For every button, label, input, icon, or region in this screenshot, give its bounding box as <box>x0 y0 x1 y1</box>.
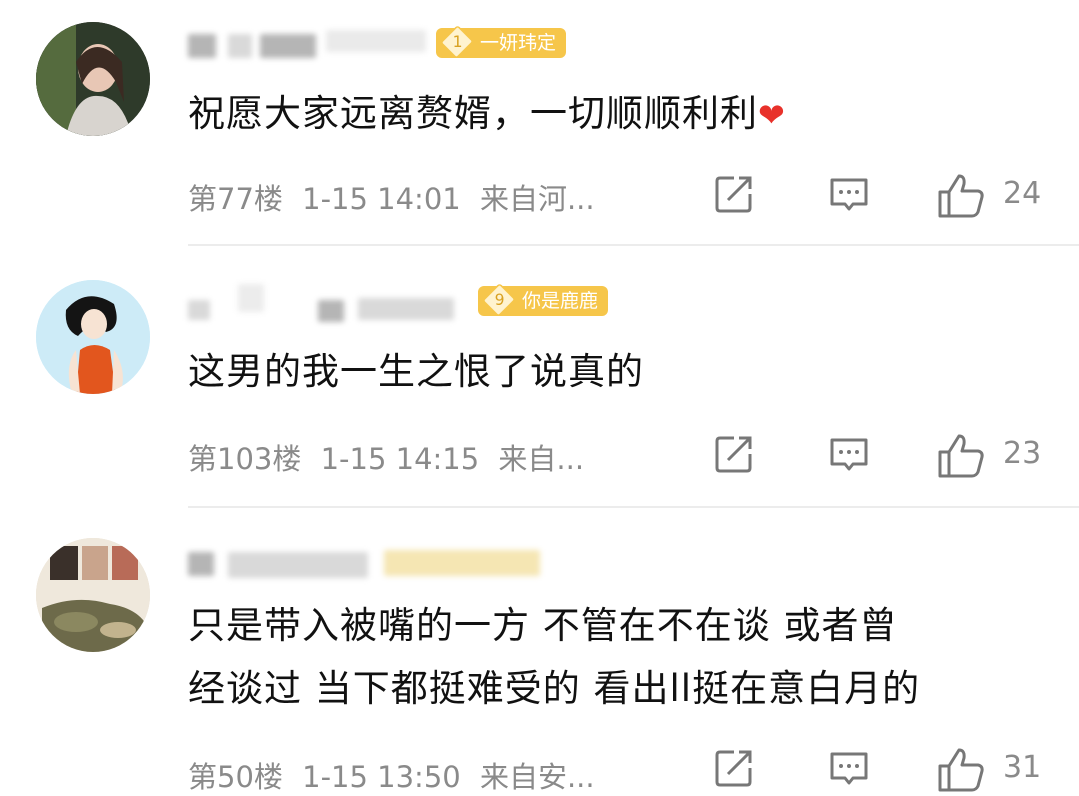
timestamp: 1-15 13:50 <box>302 760 461 794</box>
comment-text: 这男的我一生之恨了说真的 <box>188 350 644 393</box>
username[interactable] <box>188 22 448 62</box>
username[interactable] <box>188 280 468 322</box>
fan-badge[interactable]: 9 你是鹿鹿 <box>478 282 609 318</box>
comment-actions: 31 <box>700 746 1060 796</box>
avatar-image <box>36 22 150 136</box>
comment-item: 1 一妍玮定 祝愿大家远离赘婿，一切顺顺利利❤ 第77楼 1-15 14:01 … <box>0 0 1079 245</box>
badge-label: 你是鹿鹿 <box>522 290 599 312</box>
comment-button[interactable] <box>826 746 872 796</box>
heart-icon: ❤ <box>758 96 786 134</box>
comment-button[interactable] <box>826 172 872 222</box>
comment-actions: 24 <box>700 172 1060 222</box>
floor-number: 第50楼 <box>188 760 283 794</box>
share-button[interactable] <box>712 172 756 222</box>
divider <box>188 244 1079 246</box>
like-icon <box>938 748 984 792</box>
location: 来自河... <box>479 182 595 216</box>
comment-text: 只是带入被嘴的一方 不管在不在谈 或者曾 经谈过 当下都挺难受的 看出ll挺在意… <box>188 604 921 710</box>
comment-icon <box>830 178 868 211</box>
timestamp: 1-15 14:01 <box>302 182 461 216</box>
comment-icon <box>830 752 868 785</box>
avatar[interactable] <box>36 22 150 136</box>
comment-meta: 第50楼 1-15 13:50 来自安... <box>188 754 595 796</box>
like-button[interactable] <box>936 172 986 222</box>
comment-text: 祝愿大家远离赘婿，一切顺顺利利❤ <box>188 92 786 135</box>
comment-item: 只是带入被嘴的一方 不管在不在谈 或者曾 经谈过 当下都挺难受的 看出ll挺在意… <box>0 518 1079 796</box>
avatar-image <box>36 280 150 394</box>
comment-icon <box>830 438 868 471</box>
floor-number: 第103楼 <box>188 442 302 476</box>
share-button[interactable] <box>712 432 756 482</box>
badge-label: 一妍玮定 <box>480 32 557 54</box>
comment-actions: 23 <box>700 432 1060 482</box>
comment-item: 9 你是鹿鹿 这男的我一生之恨了说真的 第103楼 1-15 14:15 来自.… <box>0 258 1079 516</box>
share-icon <box>715 176 752 213</box>
like-icon <box>938 434 984 478</box>
like-button[interactable] <box>936 746 986 796</box>
divider <box>188 506 1079 508</box>
avatar[interactable] <box>36 280 150 394</box>
avatar[interactable] <box>36 538 150 652</box>
avatar-image <box>36 538 150 652</box>
username[interactable] <box>188 542 548 582</box>
comment-meta: 第77楼 1-15 14:01 来自河... <box>188 176 595 218</box>
badge-level-icon: 1 <box>439 24 475 60</box>
like-count: 31 <box>1003 750 1042 785</box>
fan-badge[interactable]: 1 一妍玮定 <box>436 24 567 60</box>
like-count: 23 <box>1003 436 1042 471</box>
share-icon <box>715 436 752 473</box>
timestamp: 1-15 14:15 <box>320 442 480 476</box>
location: 来自安... <box>479 760 595 794</box>
like-icon <box>938 174 984 218</box>
like-count: 24 <box>1003 176 1042 211</box>
comment-meta: 第103楼 1-15 14:15 来自... <box>188 436 584 478</box>
badge-level-icon: 9 <box>481 282 517 318</box>
share-button[interactable] <box>712 746 756 796</box>
location: 来自... <box>498 442 585 476</box>
share-icon <box>715 750 752 787</box>
like-button[interactable] <box>936 432 986 482</box>
floor-number: 第77楼 <box>188 182 283 216</box>
comment-button[interactable] <box>826 432 872 482</box>
